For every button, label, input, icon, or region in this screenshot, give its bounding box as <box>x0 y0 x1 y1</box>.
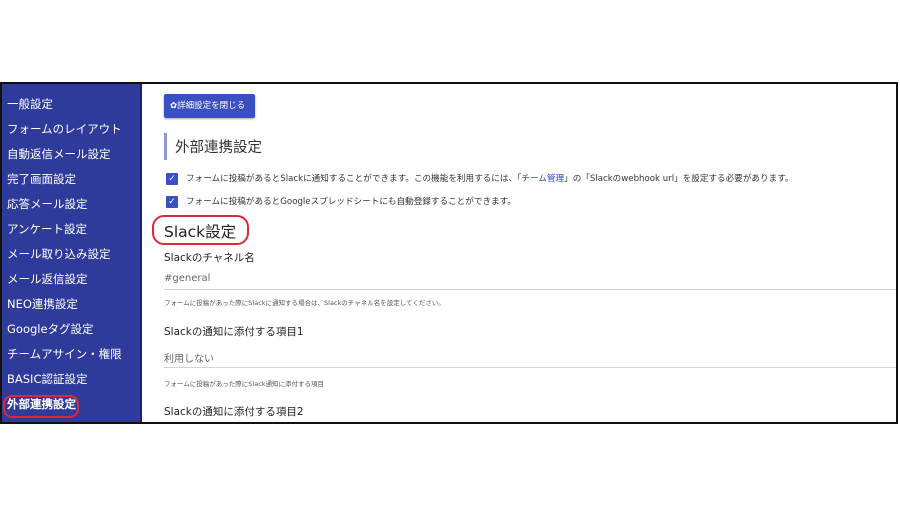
slack-notify-text-after: 」の「Slackのwebhook url」を設定する必要があります。 <box>564 174 794 184</box>
sidebar-item-mail-reply[interactable]: メール返信設定 <box>7 271 88 287</box>
sidebar-item-form-layout[interactable]: フォームのレイアウト <box>7 121 122 137</box>
main-content: ✿詳細設定を閉じる 外部連携設定 ✓ フォームに投稿があるとSlackに通知する… <box>142 84 896 422</box>
sidebar-item-general[interactable]: 一般設定 <box>7 96 53 112</box>
team-management-link[interactable]: チーム管理 <box>521 174 564 184</box>
sidebar-item-response-mail[interactable]: 応答メール設定 <box>7 196 88 212</box>
close-advanced-settings-label: 詳細設定を閉じる <box>177 101 246 111</box>
checkmark-icon: ✓ <box>168 197 176 207</box>
highlight-circle-sidebar <box>3 395 79 418</box>
sidebar-item-survey[interactable]: アンケート設定 <box>7 221 87 237</box>
app-window: 一般設定 フォームのレイアウト 自動返信メール設定 完了画面設定 応答メール設定… <box>0 82 898 424</box>
sidebar-item-team-assign[interactable]: チームアサイン・権限 <box>7 346 122 362</box>
section-accent-bar <box>164 133 167 160</box>
sidebar: 一般設定 フォームのレイアウト 自動返信メール設定 完了画面設定 応答メール設定… <box>2 84 142 422</box>
slack-channel-underline <box>164 289 896 290</box>
slack-settings-heading: Slack設定 <box>164 223 237 241</box>
slack-channel-label: Slackのチャネル名 <box>164 252 255 264</box>
sidebar-item-neo[interactable]: NEO連携設定 <box>7 296 78 312</box>
google-sheets-text: フォームに投稿があるとGoogleスプレッドシートにも自動登録することができます… <box>186 197 516 207</box>
slack-attach1-select[interactable]: 利用しない <box>164 350 214 365</box>
sidebar-item-google-tag[interactable]: Googleタグ設定 <box>7 321 94 337</box>
sidebar-item-mail-import[interactable]: メール取り込み設定 <box>7 246 111 262</box>
slack-attach1-label: Slackの通知に添付する項目1 <box>164 326 304 338</box>
slack-attach1-underline <box>164 367 896 368</box>
section-title: 外部連携設定 <box>175 140 262 156</box>
slack-attach2-label: Slackの通知に添付する項目2 <box>164 406 304 418</box>
checkmark-icon: ✓ <box>168 174 176 184</box>
close-advanced-settings-button[interactable]: ✿詳細設定を閉じる <box>164 94 255 118</box>
slack-channel-help: フォームに投稿があった際にSlackに通知する場合は、Slackのチャネル名を設… <box>164 299 445 307</box>
slack-channel-input[interactable]: #general <box>164 273 210 284</box>
slack-attach1-help: フォームに投稿があった際にSlack通知に添付する項目 <box>164 380 325 388</box>
slack-notify-text-before: フォームに投稿があるとSlackに通知することができます。この機能を利用するには… <box>186 174 522 184</box>
sidebar-item-basic-auth[interactable]: BASIC認証設定 <box>7 371 87 387</box>
sidebar-item-completion-page[interactable]: 完了画面設定 <box>7 171 76 187</box>
google-sheets-checkbox[interactable]: ✓ <box>166 196 178 208</box>
sidebar-item-auto-reply[interactable]: 自動返信メール設定 <box>7 146 111 162</box>
slack-notify-checkbox[interactable]: ✓ <box>166 173 178 185</box>
